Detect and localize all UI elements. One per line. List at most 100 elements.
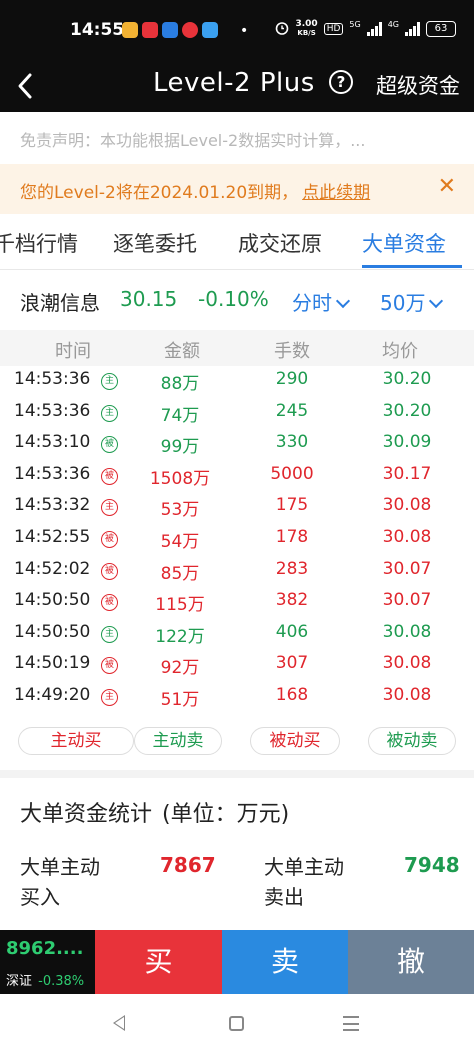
trade-time: 14:50:19 <box>14 653 91 674</box>
sell-button[interactable]: 卖 <box>222 930 348 994</box>
stat-label-line: 大单主动 <box>264 855 344 879</box>
stat-active-buy-value: 7867 <box>160 853 216 877</box>
stats-title: 大单资金统计 <box>20 802 153 827</box>
trade-time: 14:52:02 <box>14 558 91 579</box>
nav-bar: Level-2 Plus ? 超级资金 <box>0 62 474 112</box>
trade-amount: 74万 <box>160 405 200 426</box>
trade-lots: 406 <box>275 621 309 642</box>
trade-avg-price: 30.20 <box>382 369 432 389</box>
back-triangle-icon[interactable] <box>113 1015 125 1031</box>
stock-price: 30.15 <box>120 287 178 311</box>
filter-passive-sell[interactable]: 被动卖 <box>368 727 456 755</box>
signal-5g-icon <box>366 22 382 36</box>
filter-active-sell[interactable]: 主动卖 <box>134 727 222 755</box>
trade-time: 14:53:32 <box>14 495 91 516</box>
chevron-down-icon <box>335 293 351 309</box>
table-row[interactable]: 14:49:20 主 51万 168 30.08 <box>0 682 474 713</box>
expiry-text: 您的Level-2将在2024.01.20到期， <box>20 183 299 203</box>
tab-bar: 千档行情 逐笔委托 成交还原 大单资金 <box>0 214 474 270</box>
back-icon[interactable] <box>10 69 44 103</box>
home-square-icon[interactable] <box>229 1016 244 1031</box>
stat-active-buy-label: 大单主动 买入 <box>20 852 100 912</box>
table-row[interactable]: 14:52:55 被 54万 178 30.08 <box>0 524 474 555</box>
stats-unit: (单位：万元) <box>162 802 290 827</box>
tab-trade-restore[interactable]: 成交还原 <box>238 228 322 258</box>
stat-label-line: 卖出 <box>264 885 304 909</box>
super-funds-button[interactable]: 超级资金 <box>376 70 460 100</box>
app-notification-icon <box>162 22 178 38</box>
trade-lots: 168 <box>275 685 309 705</box>
filter-chips: 主动买 主动卖 被动买 被动卖 <box>0 724 474 760</box>
trade-amount: 99万 <box>160 437 200 458</box>
renew-link[interactable]: 点此续期 <box>302 183 370 203</box>
filter-passive-buy[interactable]: 被动买 <box>250 727 340 755</box>
table-row[interactable]: 14:50:50 被 115万 382 30.07 <box>0 587 474 618</box>
trade-time: 14:49:20 <box>14 685 91 705</box>
signal-5g-label: 5G <box>349 20 361 29</box>
trade-type-badge: 被 <box>101 467 118 485</box>
trade-amount: 54万 <box>160 532 200 552</box>
trade-type-badge: 被 <box>101 594 118 612</box>
trade-table-header: 时间 金额 手数 均价 <box>0 330 474 366</box>
trade-type-badge: 主 <box>101 499 118 517</box>
cancel-order-button[interactable]: 撤 <box>348 930 474 994</box>
stats-section-title: 大单资金统计 (单位：万元) <box>20 796 289 828</box>
trade-avg-price: 30.09 <box>382 432 432 453</box>
section-divider <box>0 770 474 778</box>
index-name: 深证 <box>6 974 33 989</box>
trade-lots: 245 <box>275 400 309 421</box>
table-row[interactable]: 14:53:36 被 1508万 5000 30.17 <box>0 461 474 492</box>
amount-label: 50万 <box>380 291 426 315</box>
column-header-avg-price: 均价 <box>382 341 418 362</box>
buy-button[interactable]: 买 <box>95 930 222 994</box>
table-row[interactable]: 14:53:10 被 99万 330 30.09 <box>0 429 474 460</box>
trade-lots: 290 <box>275 369 309 389</box>
amount-dropdown[interactable]: 50万 <box>380 287 444 316</box>
column-header-amount: 金额 <box>164 341 200 362</box>
table-row[interactable]: 14:52:02 被 85万 283 30.07 <box>0 556 474 587</box>
trade-time: 14:50:50 <box>14 590 91 611</box>
index-label: 深证 -0.38% <box>6 970 84 989</box>
trade-avg-price: 30.08 <box>382 653 432 674</box>
trade-type-badge: 主 <box>101 404 118 422</box>
trade-lots: 283 <box>275 558 309 579</box>
trade-amount: 122万 <box>155 626 205 647</box>
tab-large-order-funds[interactable]: 大单资金 <box>362 228 446 258</box>
tab-tick-orders[interactable]: 逐笔委托 <box>113 228 197 258</box>
trade-avg-price: 30.08 <box>382 495 432 516</box>
trade-time: 14:50:50 <box>14 621 91 642</box>
tab-thousand-level[interactable]: 千档行情 <box>0 228 78 258</box>
alarm-icon <box>275 21 289 38</box>
trade-amount: 1508万 <box>149 468 211 489</box>
trade-time: 14:53:36 <box>14 463 91 484</box>
stat-label-line: 买入 <box>20 885 60 909</box>
status-right: 3.00 KB/S HD 5G 4G 63 <box>275 20 456 38</box>
battery-icon: 63 <box>426 21 456 37</box>
hd-icon: HD <box>323 23 344 35</box>
app-notification-icon <box>182 22 198 38</box>
table-row[interactable]: 14:50:19 被 92万 307 30.08 <box>0 650 474 681</box>
trade-lots: 330 <box>275 432 309 453</box>
trade-time: 14:52:55 <box>14 527 91 547</box>
table-row[interactable]: 14:53:36 主 74万 245 30.20 <box>0 398 474 429</box>
menu-lines-icon[interactable] <box>343 1016 359 1031</box>
filter-active-buy[interactable]: 主动买 <box>18 727 134 755</box>
net-speed-unit: KB/S <box>297 29 316 37</box>
trade-lots: 307 <box>275 653 309 674</box>
close-icon[interactable]: ✕ <box>438 174 456 199</box>
app-notification-icon <box>142 22 158 38</box>
trade-list[interactable]: 14:53:36 主 88万 290 30.20 14:53:36 主 74万 245 30.20… <box>0 366 474 718</box>
table-row[interactable]: 14:50:50 主 122万 406 30.08 <box>0 619 474 650</box>
help-icon[interactable]: ? <box>329 70 353 94</box>
notification-icons <box>122 22 218 38</box>
table-row[interactable]: 14:53:32 主 53万 175 30.08 <box>0 492 474 523</box>
disclaimer-text[interactable]: 免责声明：本功能根据Level-2数据实时计算，... <box>0 112 474 164</box>
trade-lots: 175 <box>275 495 309 516</box>
trade-time: 14:53:10 <box>14 432 91 453</box>
table-row[interactable]: 14:53:36 主 88万 290 30.20 <box>0 366 474 397</box>
trade-amount: 85万 <box>160 563 200 584</box>
trade-time: 14:53:36 <box>14 400 91 421</box>
trade-lots: 178 <box>275 527 309 547</box>
index-ticker[interactable]: 8962.... 深证 -0.38% <box>0 930 95 994</box>
period-dropdown[interactable]: 分时 <box>292 287 351 316</box>
